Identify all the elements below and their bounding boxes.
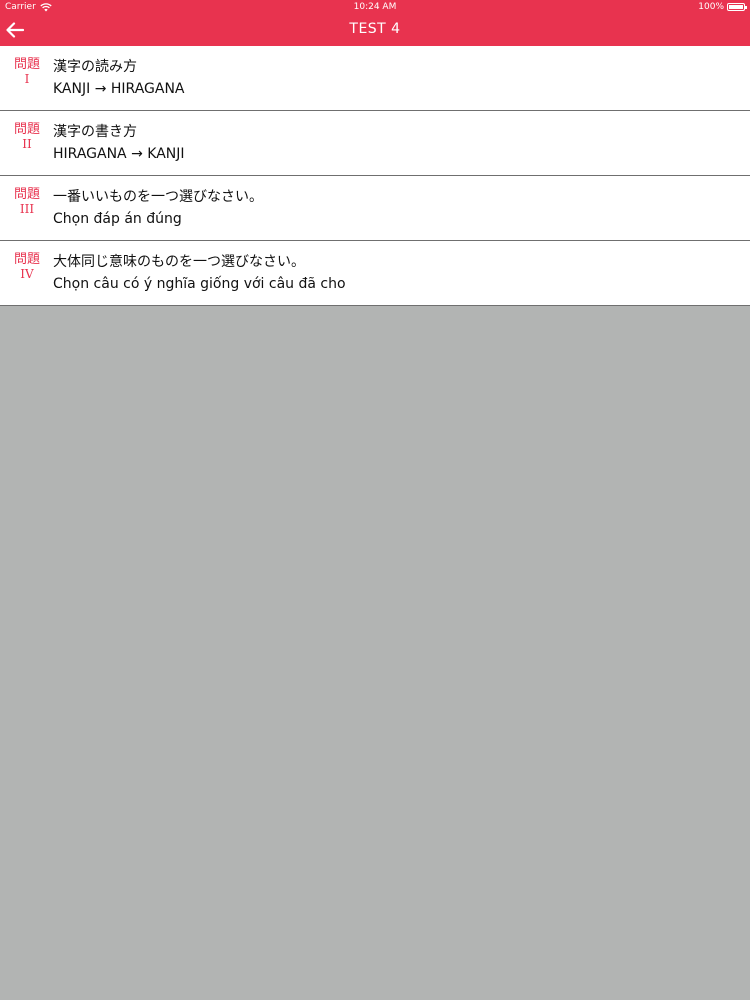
item-subtitle: Chọn câu có ý nghĩa giống với câu đã cho — [53, 276, 346, 292]
mondai-badge: 問題 II — [12, 122, 42, 151]
list-item-mondai-1[interactable]: 問題 I 漢字の読み方 KANJI → HIRAGANA — [0, 46, 750, 111]
item-subtitle: Chọn đáp án đúng — [53, 211, 182, 227]
badge-label: 問題 — [13, 187, 40, 202]
item-title: 一番いいものを一つ選びなさい。 — [53, 189, 263, 205]
status-time: 10:24 AM — [353, 2, 397, 12]
badge-numeral: II — [22, 137, 32, 151]
item-text: 一番いいものを一つ選びなさい。 Chọn đáp án đúng — [53, 188, 263, 228]
badge-label: 問題 — [13, 57, 40, 72]
question-list: 問題 I 漢字の読み方 KANJI → HIRAGANA 問題 II 漢字の書き… — [0, 46, 750, 306]
item-title: 大体同じ意味のものを一つ選びなさい。 — [53, 254, 305, 270]
item-text: 大体同じ意味のものを一つ選びなさい。 Chọn câu có ý nghĩa g… — [53, 253, 346, 293]
badge-label: 問題 — [13, 252, 40, 267]
item-subtitle: KANJI → HIRAGANA — [53, 81, 185, 97]
mondai-badge: 問題 III — [12, 187, 42, 216]
badge-numeral: IV — [20, 267, 34, 281]
nav-bar: TEST 4 — [0, 14, 750, 46]
badge-label: 問題 — [13, 122, 40, 137]
battery-icon — [727, 3, 747, 11]
list-item-mondai-3[interactable]: 問題 III 一番いいものを一つ選びなさい。 Chọn đáp án đúng — [0, 176, 750, 241]
page-title: TEST 4 — [349, 21, 401, 37]
list-item-mondai-4[interactable]: 問題 IV 大体同じ意味のものを一つ選びなさい。 Chọn câu có ý n… — [0, 241, 750, 306]
badge-numeral: III — [19, 202, 35, 216]
item-subtitle: HIRAGANA → KANJI — [53, 146, 185, 162]
item-text: 漢字の読み方 KANJI → HIRAGANA — [53, 58, 185, 98]
badge-numeral: I — [24, 72, 30, 86]
list-item-mondai-2[interactable]: 問題 II 漢字の書き方 HIRAGANA → KANJI — [0, 111, 750, 176]
item-text: 漢字の書き方 HIRAGANA → KANJI — [53, 123, 185, 163]
status-right: 100% — [698, 2, 747, 12]
mondai-badge: 問題 I — [12, 57, 42, 86]
mondai-badge: 問題 IV — [12, 252, 42, 281]
battery-percent: 100% — [698, 2, 724, 12]
item-title: 漢字の読み方 — [53, 59, 137, 75]
item-title: 漢字の書き方 — [53, 124, 137, 140]
status-bar: Carrier 10:24 AM 100% — [0, 0, 750, 14]
